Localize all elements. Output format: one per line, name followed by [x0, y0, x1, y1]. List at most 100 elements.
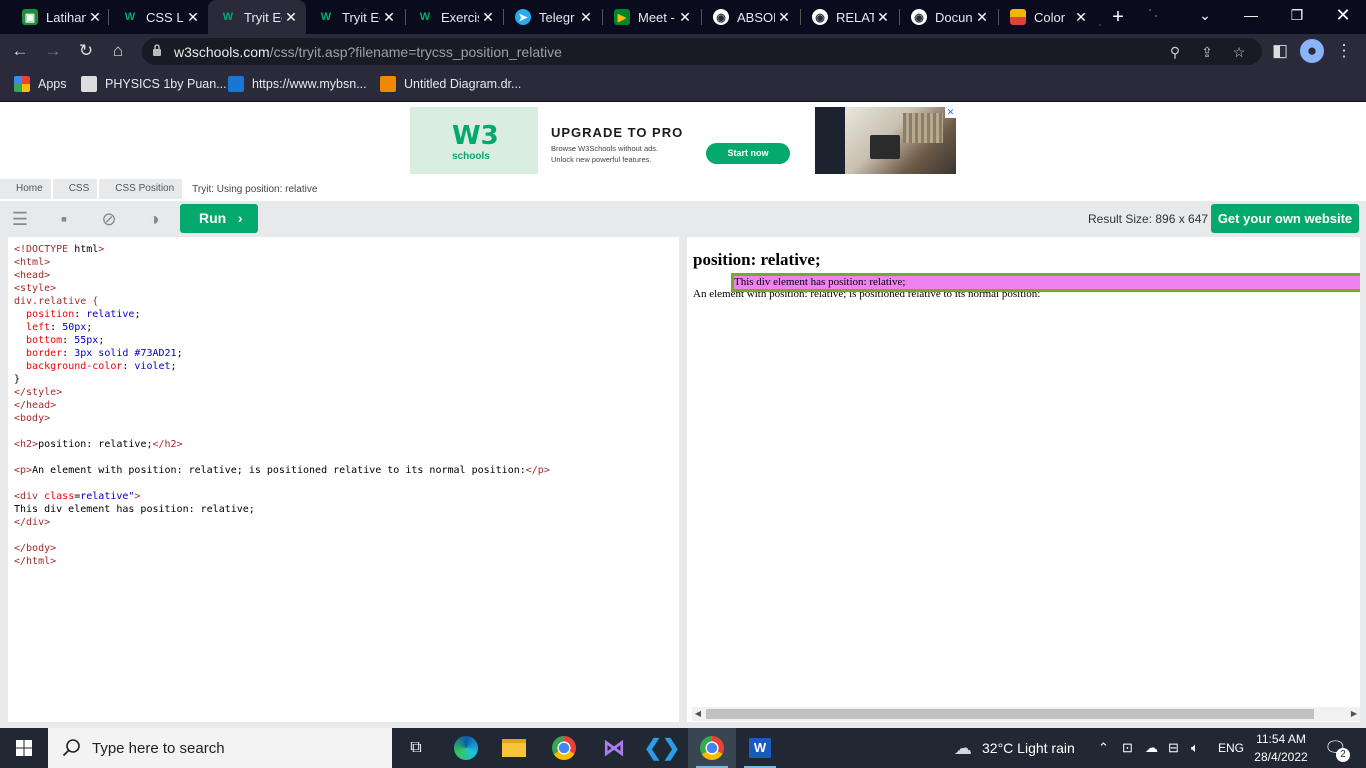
code-line: position: relative; — [26, 309, 141, 320]
get-your-own-website-button[interactable]: Get your own website — [1211, 204, 1359, 233]
side-panel-icon[interactable]: ◧ — [1268, 39, 1292, 63]
notification-center-icon[interactable]: 🗨︎ 2 — [1324, 728, 1350, 768]
w3schools-icon: W — [320, 11, 332, 23]
close-tab-icon[interactable]: ✕ — [282, 9, 300, 26]
lock-icon[interactable] — [152, 44, 162, 56]
show-hidden-icons[interactable]: ⌃ — [1098, 728, 1109, 768]
visual-studio-icon[interactable]: ⋈ — [590, 728, 638, 768]
tab-color[interactable]: Color ✕ — [998, 2, 1096, 32]
breadcrumb-css-position[interactable]: CSS Position — [99, 179, 183, 199]
more-menu-icon[interactable]: ⋮ — [1332, 39, 1356, 63]
start-button[interactable] — [0, 728, 48, 768]
tab-telegram[interactable]: ➤ Telegr ✕ — [503, 2, 601, 32]
run-button[interactable]: Run › — [180, 204, 258, 233]
menu-icon[interactable]: ☰ — [8, 207, 32, 231]
chrome-icon[interactable] — [540, 728, 588, 768]
network-icon[interactable]: ⊟ — [1168, 728, 1179, 768]
bookmark-star-icon[interactable]: ☆ — [1228, 41, 1250, 63]
code-line: border: 3px solid #73AD21; — [26, 348, 183, 359]
globe-icon: ◉ — [911, 9, 927, 25]
forward-arrow-icon[interactable]: → — [41, 39, 65, 63]
w3schools-tryit-page: W3 schools UPGRADE TO PRO Browse W3Schoo… — [0, 103, 1366, 728]
clock-time: 11:54 AM — [1256, 732, 1306, 746]
close-tab-icon[interactable]: ✕ — [874, 9, 892, 26]
close-tab-icon[interactable]: ✕ — [775, 9, 793, 26]
close-tab-icon[interactable]: ✕ — [86, 9, 104, 26]
tab-css-layout[interactable]: W CSS La ✕ — [110, 2, 208, 32]
breadcrumb-css[interactable]: CSS — [52, 179, 98, 199]
theme-toggle-icon[interactable]: ◑ — [142, 207, 166, 231]
new-tab-button[interactable]: + — [1105, 4, 1131, 30]
home-icon[interactable]: ⌂ — [106, 39, 130, 63]
tab-relative[interactable]: ◉ RELATI ✕ — [800, 2, 898, 32]
bookmark-mybsn[interactable]: https://www.mybsn... — [228, 76, 367, 92]
file-explorer-icon[interactable] — [490, 728, 538, 768]
vscode-icon[interactable]: ❮❯ — [638, 728, 686, 768]
ad-close-icon[interactable]: ✕ — [945, 107, 956, 118]
close-tab-icon[interactable]: ✕ — [479, 9, 497, 26]
result-size-label: Result Size: 896 x 647 — [1088, 212, 1209, 226]
windows-logo-icon — [16, 740, 32, 756]
tab-latihan[interactable]: ▣ Latihan ✕ — [10, 2, 110, 32]
close-tab-icon[interactable]: ✕ — [184, 9, 202, 26]
address-bar[interactable]: w3schools.com/css/tryit.asp?filename=try… — [142, 38, 1262, 65]
upgrade-pro-ad[interactable]: W3 schools UPGRADE TO PRO Browse W3Schoo… — [410, 107, 956, 174]
close-tab-icon[interactable]: ✕ — [1072, 9, 1090, 26]
tab-tryit-editor[interactable]: W Tryit Ed ✕ — [306, 2, 404, 32]
tab-google-meet[interactable]: ▶ Meet - ✕ — [602, 2, 700, 32]
tab-exercise[interactable]: W Exercis ✕ — [405, 2, 503, 32]
bookmark-apps[interactable]: Apps — [14, 76, 67, 92]
back-arrow-icon[interactable]: ← — [8, 39, 32, 63]
minimize-button[interactable]: — — [1228, 0, 1274, 30]
tab-absolute[interactable]: ◉ ABSOL ✕ — [701, 2, 799, 32]
google-meet-icon: ▶ — [614, 9, 630, 25]
globe-icon: ◉ — [713, 9, 729, 25]
ad-line-2: Unlock new powerful features. — [551, 155, 652, 164]
meet-now-icon[interactable]: ⊡ — [1122, 728, 1133, 768]
close-tab-icon[interactable]: ✕ — [380, 9, 398, 26]
weather-text: 32°C Light rain — [982, 740, 1075, 756]
tab-separator — [108, 9, 109, 25]
breadcrumb-home[interactable]: Home — [0, 179, 51, 199]
close-tab-icon[interactable]: ✕ — [577, 9, 595, 26]
task-view-icon[interactable]: ⧉ — [392, 728, 440, 768]
restore-button[interactable]: ❐ — [1274, 0, 1320, 30]
w3schools-icon: W — [124, 11, 136, 23]
taskbar-search[interactable]: Type here to search — [48, 728, 392, 768]
rotate-layout-icon[interactable]: ⊘ — [97, 207, 121, 231]
close-tab-icon[interactable]: ✕ — [676, 9, 694, 26]
tab-document[interactable]: ◉ Docun ✕ — [899, 2, 997, 32]
ad-start-now-button[interactable]: Start now — [706, 143, 790, 164]
result-relative-div: This div element has position: relative; — [731, 273, 1360, 292]
scroll-right-icon[interactable]: ▶ — [1348, 707, 1360, 721]
search-icon — [62, 739, 80, 757]
tab-tryit-editor-active[interactable]: W Tryit Ed ✕ — [208, 0, 306, 34]
code-editor[interactable]: <!DOCTYPE html> <html> <head> <style> div.re… — [8, 237, 679, 722]
scroll-left-icon[interactable]: ◀ — [692, 707, 704, 721]
weather-widget[interactable]: ☁ 32°C Light rain — [954, 728, 1075, 768]
close-window-button[interactable]: ✕ — [1320, 0, 1366, 30]
language-indicator[interactable]: ENG — [1218, 728, 1244, 768]
onedrive-icon[interactable]: ☁ — [1145, 728, 1158, 768]
result-iframe[interactable]: position: relative; An element with posi… — [687, 237, 1360, 722]
profile-avatar[interactable]: ● — [1300, 39, 1324, 63]
share-icon[interactable]: ⇪ — [1196, 41, 1218, 63]
save-icon[interactable]: ▪ — [52, 207, 76, 231]
taskbar-clock[interactable]: 11:54 AM 28/4/2022 — [1246, 730, 1316, 766]
volume-icon[interactable]: 🔈︎ — [1191, 728, 1199, 768]
edge-icon[interactable] — [442, 728, 490, 768]
bookmark-drawio[interactable]: Untitled Diagram.dr... — [380, 76, 521, 92]
windows-taskbar: Type here to search ⧉ ⋈ ❮❯ W ☁ 32°C Ligh… — [0, 728, 1366, 768]
bookmark-physics[interactable]: PHYSICS 1by Puan... — [81, 76, 227, 92]
zoom-icon[interactable]: ⚲ — [1164, 41, 1186, 63]
word-icon[interactable]: W — [736, 728, 784, 768]
close-tab-icon[interactable]: ✕ — [973, 9, 991, 26]
reload-icon[interactable]: ↻ — [74, 39, 98, 63]
scrollbar-thumb[interactable] — [706, 709, 1314, 719]
horizontal-scrollbar[interactable]: ◀ ▶ — [692, 707, 1360, 721]
url-domain: w3schools.com — [174, 44, 270, 60]
tab-search-icon[interactable]: ⌄ — [1182, 0, 1228, 30]
chrome-running-icon[interactable] — [688, 728, 736, 768]
